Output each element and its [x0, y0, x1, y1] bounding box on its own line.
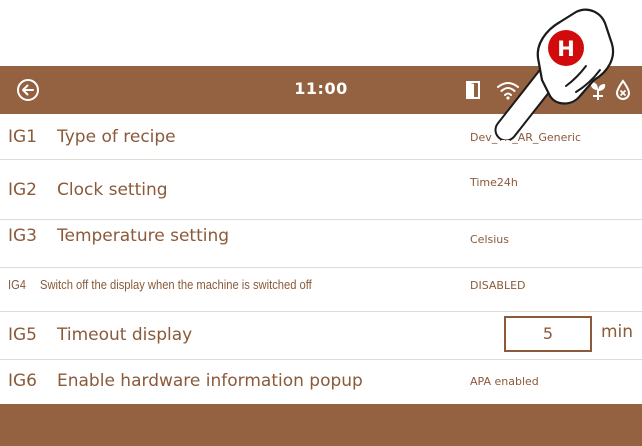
timeout-unit-label: min — [601, 322, 634, 342]
door-icon — [466, 81, 480, 99]
setting-row-ig6[interactable]: IG6 Enable hardware information popup AP… — [0, 360, 642, 404]
setting-code: IG1 — [8, 127, 38, 147]
setting-value: APA enabled — [470, 375, 539, 388]
timeout-input[interactable]: 5 — [504, 316, 592, 352]
setting-label: Timeout display — [57, 325, 193, 345]
h-badge-letter: H — [557, 37, 575, 61]
setting-label: Type of recipe — [57, 127, 176, 147]
setting-label: Clock setting — [57, 180, 168, 200]
setting-code: IG2 — [8, 180, 38, 200]
bottom-bar — [0, 404, 642, 446]
setting-value: DISABLED — [470, 279, 526, 292]
setting-row-ig3[interactable]: IG3 Temperature setting Celsius — [0, 220, 642, 268]
setting-row-ig2[interactable]: IG2 Clock setting Time24h — [0, 160, 642, 220]
setting-value: Celsius — [470, 233, 509, 246]
setting-label: Switch off the display when the machine … — [40, 277, 312, 292]
setting-code: IG3 — [8, 226, 38, 246]
pointing-hand-icon: H — [494, 8, 615, 140]
setting-row-ig5: IG5 Timeout display 5 min — [0, 312, 642, 360]
setting-code: IG5 — [8, 325, 38, 345]
setting-code: IG4 — [8, 277, 27, 292]
setting-code: IG6 — [8, 371, 38, 391]
setting-label: Temperature setting — [57, 226, 230, 246]
setting-value: Time24h — [470, 176, 518, 189]
setting-label: Enable hardware information popup — [57, 371, 363, 391]
setting-row-ig4[interactable]: IG4 Switch off the display when the mach… — [0, 268, 642, 312]
